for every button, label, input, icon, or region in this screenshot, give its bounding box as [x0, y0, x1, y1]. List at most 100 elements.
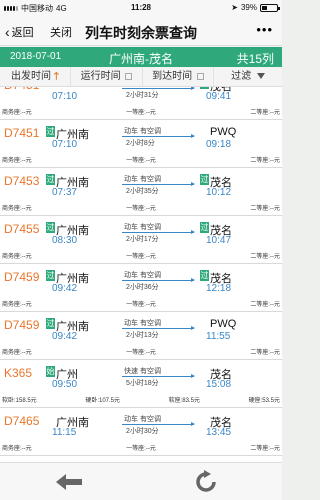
seat-prices: 商务座:--元 一等座:--元 二等座:--元 [2, 155, 280, 164]
seat-price: 商务座:--元 [2, 254, 32, 260]
duration: 2小时35分 [126, 188, 159, 195]
chevron-left-icon: ‹ [5, 24, 10, 40]
checkbox-icon [196, 72, 204, 80]
seat-prices: 商务座:--元 一等座:--元 二等座:--元 [2, 107, 280, 116]
seat-price: 二等座:--元 [250, 446, 280, 452]
seat-price: 商务座:--元 [2, 206, 32, 212]
seat-price: 二等座:--元 [250, 158, 280, 164]
depart-time: 07:10 [52, 139, 78, 150]
filter-label: 过滤 [231, 71, 252, 82]
sort-depart-time[interactable]: 出发时间 🡑 [0, 67, 71, 87]
from-station-badge: 过 [46, 318, 55, 329]
sort-duration-label: 运行时间 [80, 71, 121, 82]
arrive-time: 10:12 [206, 187, 232, 198]
train-row[interactable]: D7465 广州南 动车 有空调 茂名 11:15 2小时30分 13:45 商务座:--元一… [0, 408, 282, 456]
train-type: 动车 有空调 [124, 128, 161, 135]
train-code: D7465 [4, 414, 40, 428]
duration: 2小时8分 [126, 140, 155, 147]
nav-bar: ‹ 返回 关闭 列车时刻余票查询 ••• [0, 16, 282, 46]
train-row[interactable]: K365 始广州 快速 有空调 茂名 09:50 5小时18分 15:08 软卧:158.5元… [0, 360, 282, 408]
train-list[interactable]: D7451过茂名07:102小时31分09:41商务座:--元一等座:--元二等… [0, 87, 282, 462]
seat-price: 一等座:--元 [126, 302, 156, 308]
seat-price: 二等座:--元 [250, 302, 280, 308]
route-arrow-line [122, 182, 195, 186]
depart-time: 09:42 [52, 331, 78, 342]
seat-price: 一等座:--元 [126, 206, 156, 212]
seat-price: 商务座:--元 [2, 446, 32, 452]
back-arrow-icon[interactable] [54, 472, 84, 492]
arrow-up-icon: 🡑 [53, 71, 59, 82]
seat-price: 硬座:53.5元 [248, 398, 280, 404]
train-row[interactable]: D7451 过广州南 动车 有空调 PWQ 07:10 2小时8分 09:18 商务座:--元… [0, 120, 282, 168]
location-icon: ➤ [231, 3, 238, 12]
route-arrow-line [122, 230, 195, 234]
depart-time: 09:50 [52, 379, 78, 390]
duration: 2小时13分 [126, 332, 159, 339]
route-arrow-line [122, 422, 195, 426]
to-station: PWQ [210, 318, 237, 330]
filter-button[interactable]: 过滤 [214, 67, 282, 87]
arrive-time: 09:41 [206, 91, 232, 102]
train-row[interactable]: D7453 过广州南 动车 有空调过茂名 07:37 2小时35分 10:12 商务座:--… [0, 168, 282, 216]
seat-price: 一等座:--元 [126, 350, 156, 356]
from-station-badge: 过 [46, 222, 55, 233]
back-label: 返回 [11, 27, 34, 39]
route-arrow-line [122, 87, 195, 90]
seat-price: 二等座:--元 [250, 350, 280, 356]
seat-prices: 软卧:158.5元 硬卧:107.5元 软座:83.5元 硬座:53.5元 [2, 395, 280, 404]
seat-price: 二等座:--元 [250, 206, 280, 212]
route-arrow-line [122, 374, 195, 378]
arrive-time: 15:08 [206, 379, 232, 390]
train-code: D7459 [4, 318, 40, 332]
train-row[interactable]: D7459 过广州南 动车 有空调 PWQ 09:42 2小时13分 11:55 商务座:--… [0, 312, 282, 360]
train-row[interactable]: D7459 过广州南 动车 有空调过茂名 09:42 2小时36分 12:18 商务座:--… [0, 264, 282, 312]
train-type: 快速 有空调 [124, 368, 161, 375]
seat-price: 一等座:--元 [126, 158, 156, 164]
sort-bar: 出发时间 🡑 运行时间 到达时间 过滤 [0, 67, 282, 87]
train-code: D7451 [4, 126, 40, 140]
bottom-toolbar [0, 462, 282, 500]
depart-time: 07:10 [52, 91, 78, 102]
refresh-icon[interactable] [194, 470, 218, 494]
train-type: 动车 有空调 [124, 176, 161, 183]
train-type: 动车 有空调 [124, 224, 161, 231]
train-row[interactable]: D7455 过广州南 动车 有空调过茂名 08:30 2小时17分 10:47 商务座:--… [0, 216, 282, 264]
arrive-time: 13:45 [206, 427, 232, 438]
train-code: D7451 [4, 87, 39, 92]
seat-price: 硬卧:107.5元 [85, 398, 120, 404]
duration: 5小时18分 [126, 380, 159, 387]
sort-run-time[interactable]: 运行时间 [71, 67, 143, 87]
train-code: K365 [4, 366, 33, 380]
seat-prices: 商务座:--元 一等座:--元 二等座:--元 [2, 443, 280, 452]
close-button[interactable]: 关闭 [50, 24, 72, 40]
seat-price: 商务座:--元 [2, 110, 32, 116]
to-station-badge: 过 [200, 222, 209, 233]
seat-price: 商务座:--元 [2, 350, 32, 356]
duration: 2小时17分 [126, 236, 159, 243]
sort-arrive-time[interactable]: 到达时间 [143, 67, 214, 87]
from-station-badge: 过 [46, 270, 55, 281]
checkbox-icon [125, 72, 133, 80]
battery-icon [260, 3, 280, 12]
train-row[interactable]: D7451过茂名07:102小时31分09:41商务座:--元一等座:--元二等… [0, 87, 282, 120]
seat-price: 商务座:--元 [2, 158, 32, 164]
to-station-badge: 过 [200, 87, 209, 89]
to-station-badge: 过 [200, 270, 209, 281]
route-arrow-line [122, 326, 195, 330]
seat-price: 一等座:--元 [126, 110, 156, 116]
depart-time: 09:42 [52, 283, 78, 294]
seat-price: 二等座:--元 [250, 110, 280, 116]
sort-depart-label: 出发时间 [11, 71, 51, 82]
arrive-time: 10:47 [206, 235, 232, 246]
status-bar: 中国移动 4G 11:28 ➤ 39% [0, 0, 282, 16]
more-icon[interactable]: ••• [256, 22, 273, 37]
train-type: 动车 有空调 [124, 320, 161, 327]
depart-time: 07:37 [52, 187, 78, 198]
duration: 2小时30分 [126, 428, 159, 435]
depart-time: 11:15 [52, 427, 77, 438]
back-button[interactable]: ‹ 返回 [5, 24, 34, 40]
from-station-badge: 过 [46, 126, 55, 137]
to-station: PWQ [210, 126, 237, 138]
page-title: 列车时刻余票查询 [85, 25, 197, 41]
from-station-badge: 过 [46, 174, 55, 185]
